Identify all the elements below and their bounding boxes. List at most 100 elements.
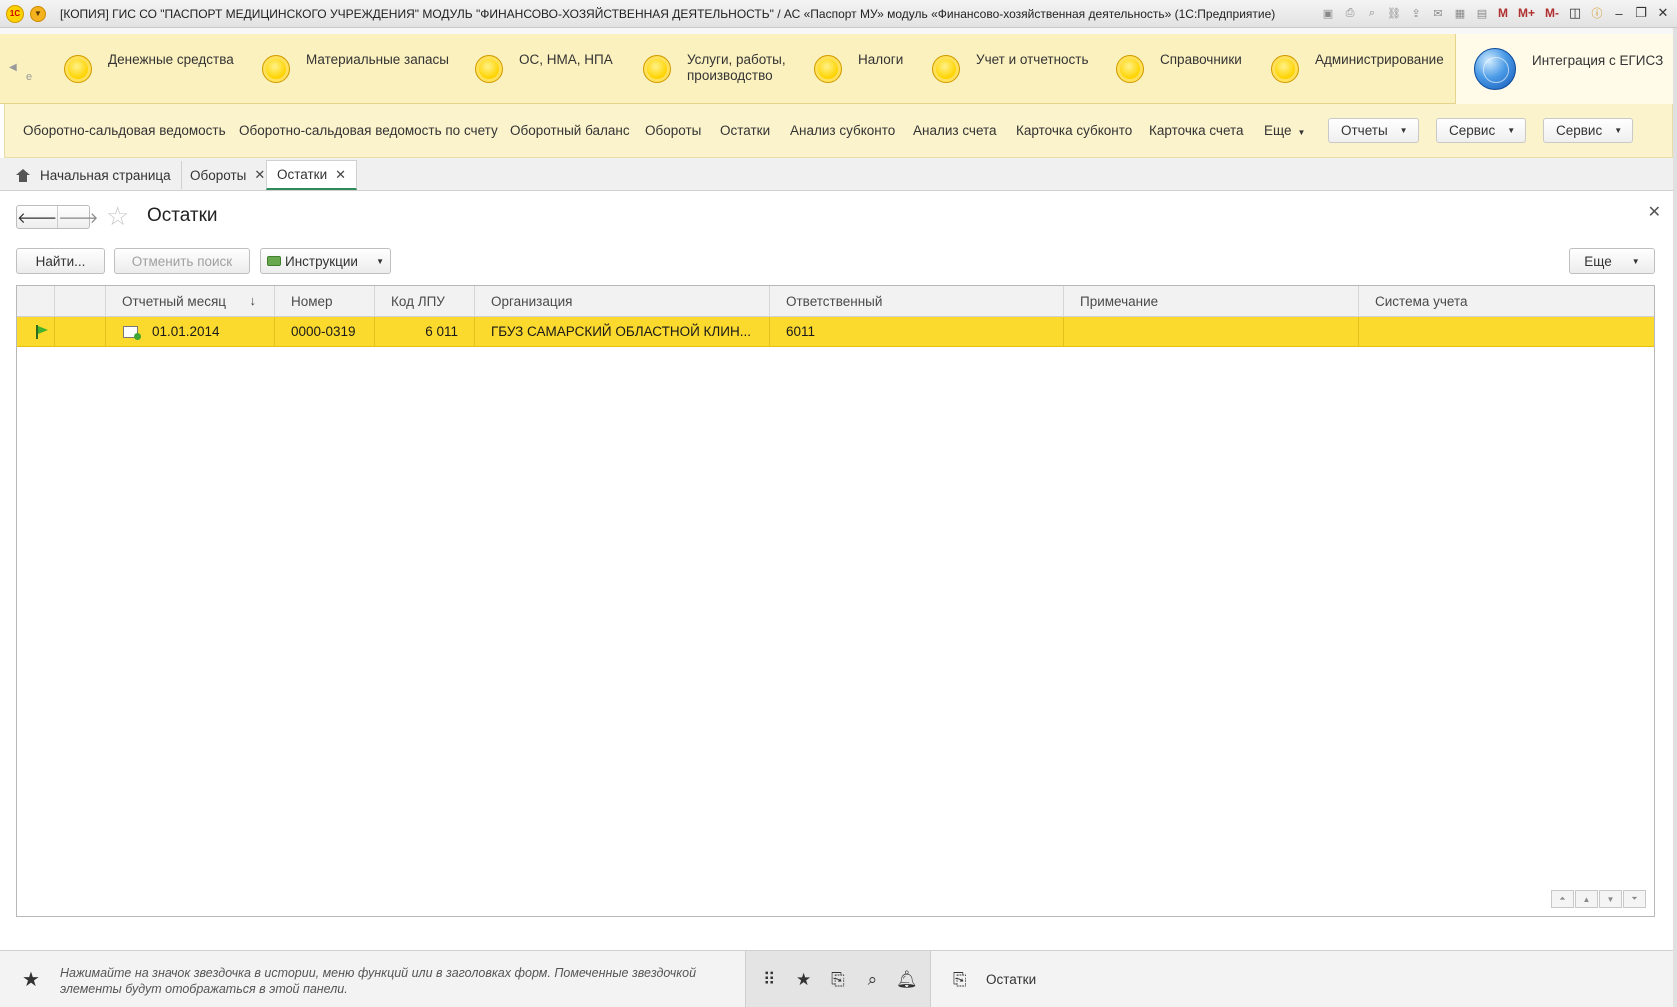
mail-icon[interactable]: ✉ <box>1430 5 1446 21</box>
more-button[interactable]: Еще ▼ <box>1569 248 1655 274</box>
favorites-icon[interactable]: ★ <box>792 970 816 990</box>
service-button-2[interactable]: Сервис ▼ <box>1543 118 1634 143</box>
bottom-tools: ⠿ ★ ⎘ ⌕ 🔔︎ <box>745 951 931 1007</box>
function-turnover-balance[interactable]: Оборотный баланс <box>510 123 630 138</box>
column-responsible[interactable]: Ответственный <box>770 286 1064 317</box>
back-arrow-icon[interactable]: 🡐 <box>17 206 57 228</box>
function-turnovers[interactable]: Обороты <box>645 123 701 138</box>
forward-arrow-icon[interactable]: 🡒 <box>57 206 98 228</box>
favorite-star-icon[interactable]: ☆ <box>106 201 129 231</box>
section-coin-icon <box>64 55 92 83</box>
column-month[interactable]: Отчетный месяц ↓ <box>106 286 275 317</box>
section-coin-icon <box>932 55 960 83</box>
column-organization[interactable]: Организация <box>475 286 770 317</box>
sections-panel: ◀ е Денежные средства Материальные запас… <box>0 34 1677 104</box>
tab-turnovers[interactable]: Обороты ✕ <box>180 161 277 189</box>
row-mark-cell <box>55 317 106 346</box>
memory-button[interactable]: M <box>1496 5 1510 21</box>
service-label: Сервис <box>1449 123 1496 138</box>
section-egisz[interactable]: Интеграция с ЕГИСЗ <box>1455 34 1677 104</box>
link-icon[interactable]: ⛓ <box>1386 5 1402 21</box>
column-label: Ответственный <box>786 294 883 309</box>
section-fixed-assets[interactable]: ОС, НМА, НПА <box>475 52 613 83</box>
window-title-bar: 1С ▼ [КОПИЯ] ГИС СО "ПАСПОРТ МЕДИЦИНСКОГ… <box>0 0 1677 28</box>
history-icon[interactable]: ⎘ <box>826 970 850 990</box>
section-directories[interactable]: Справочники <box>1116 52 1242 83</box>
section-accounting[interactable]: Учет и отчетность <box>932 52 1089 83</box>
save-icon[interactable]: ▣ <box>1320 5 1336 21</box>
column-label: Отчетный месяц <box>122 294 226 309</box>
chevron-down-icon: ▼ <box>1507 126 1516 135</box>
close-tab-icon[interactable]: ✕ <box>254 167 265 183</box>
service-button-1[interactable]: Сервис ▼ <box>1436 118 1527 143</box>
window-title: [КОПИЯ] ГИС СО "ПАСПОРТ МЕДИЦИНСКОГО УЧР… <box>60 6 1276 21</box>
search-icon[interactable]: ⌕ <box>860 970 884 990</box>
section-taxes[interactable]: Налоги <box>814 52 903 83</box>
cancel-search-button[interactable]: Отменить поиск <box>114 248 250 274</box>
section-money[interactable]: Денежные средства <box>64 52 234 83</box>
function-account-card[interactable]: Карточка счета <box>1149 123 1244 138</box>
scroll-down-icon[interactable]: ▼ <box>1599 890 1622 908</box>
section-administration[interactable]: Администрирование <box>1271 52 1444 83</box>
functions-grid-icon[interactable]: ⠿ <box>757 970 781 990</box>
sections-scroll-left-icon[interactable]: ◀ <box>9 62 17 73</box>
section-label: Интеграция с ЕГИСЗ <box>1532 52 1664 68</box>
column-status[interactable] <box>17 286 55 317</box>
favorites-star-icon: ★ <box>22 969 40 991</box>
row-organization-cell: ГБУЗ САМАРСКИЙ ОБЛАСТНОЙ КЛИН... <box>475 317 770 346</box>
reports-button[interactable]: Отчеты ▼ <box>1328 118 1419 143</box>
function-osv-by-account[interactable]: Оборотно-сальдовая ведомость по счету <box>239 123 498 138</box>
sort-down-icon: ↓ <box>249 293 257 308</box>
function-osv[interactable]: Оборотно-сальдовая ведомость <box>23 123 226 138</box>
bell-icon[interactable]: 🔔︎ <box>895 970 919 990</box>
row-note-cell <box>1064 317 1359 346</box>
column-label: Примечание <box>1080 294 1159 309</box>
restore-icon[interactable]: ❐ <box>1633 5 1649 21</box>
column-label: Организация <box>491 294 573 309</box>
function-subconto-card[interactable]: Карточка субконто <box>1016 123 1132 138</box>
calendar-icon[interactable]: ▤ <box>1474 5 1490 21</box>
scroll-bottom-icon[interactable]: ⏷ <box>1623 890 1646 908</box>
reports-label: Отчеты <box>1341 123 1388 138</box>
row-number-cell: 0000-0319 <box>275 317 375 346</box>
tab-balances[interactable]: Остатки ✕ <box>266 160 358 190</box>
scroll-up-icon[interactable]: ▲ <box>1575 890 1598 908</box>
section-coin-icon <box>1116 55 1144 83</box>
column-mark[interactable] <box>55 286 106 317</box>
panels-icon[interactable]: ◫ <box>1567 5 1583 21</box>
find-button[interactable]: Найти... <box>16 248 105 274</box>
memory-minus-button[interactable]: M- <box>1543 5 1561 21</box>
instructions-button[interactable]: Инструкции ▼ <box>260 248 391 274</box>
navigation-buttons: 🡐 🡒 <box>16 205 98 229</box>
balances-table[interactable]: Отчетный месяц ↓ Номер Код ЛПУ Организац… <box>16 285 1655 917</box>
chevron-down-icon: ▼ <box>1631 256 1640 266</box>
section-label: Услуги, работы, производство <box>687 52 786 83</box>
function-account-analysis[interactable]: Анализ счета <box>913 123 997 138</box>
section-materials[interactable]: Материальные запасы <box>262 52 449 83</box>
column-lpu-code[interactable]: Код ЛПУ <box>375 286 475 317</box>
preview-icon[interactable]: ⌕ <box>1364 5 1380 21</box>
print-icon[interactable]: ⎙ <box>1342 5 1358 21</box>
function-subconto-analysis[interactable]: Анализ субконто <box>790 123 895 138</box>
info-icon[interactable]: ⓘ <box>1589 5 1605 21</box>
section-services[interactable]: Услуги, работы, производство <box>643 52 797 84</box>
main-menu-button[interactable]: ▼ <box>30 5 46 22</box>
minimize-icon[interactable]: – <box>1611 5 1627 21</box>
memory-plus-button[interactable]: M+ <box>1516 5 1537 21</box>
attach-icon[interactable]: ⇪ <box>1408 5 1424 21</box>
column-accounting-system[interactable]: Система учета <box>1359 286 1656 317</box>
table-row[interactable]: 01.01.2014 0000-0319 6 011 ГБУЗ САМАРСКИ… <box>17 317 1654 347</box>
tab-home[interactable]: Начальная страница <box>6 161 182 189</box>
column-note[interactable]: Примечание <box>1064 286 1359 317</box>
calculator-icon[interactable]: ▦ <box>1452 5 1468 21</box>
functions-more-button[interactable]: Еще ▼ <box>1264 123 1305 138</box>
document-posted-icon <box>123 325 141 340</box>
history-item[interactable]: Остатки <box>986 972 1036 987</box>
close-form-icon[interactable]: ✕ <box>1648 202 1661 222</box>
function-balances[interactable]: Остатки <box>720 123 770 138</box>
column-number[interactable]: Номер <box>275 286 375 317</box>
scroll-top-icon[interactable]: ⏶ <box>1551 890 1574 908</box>
close-window-icon[interactable]: ✕ <box>1655 5 1671 21</box>
section-label: Учет и отчетность <box>976 52 1089 67</box>
close-tab-icon[interactable]: ✕ <box>335 167 346 183</box>
